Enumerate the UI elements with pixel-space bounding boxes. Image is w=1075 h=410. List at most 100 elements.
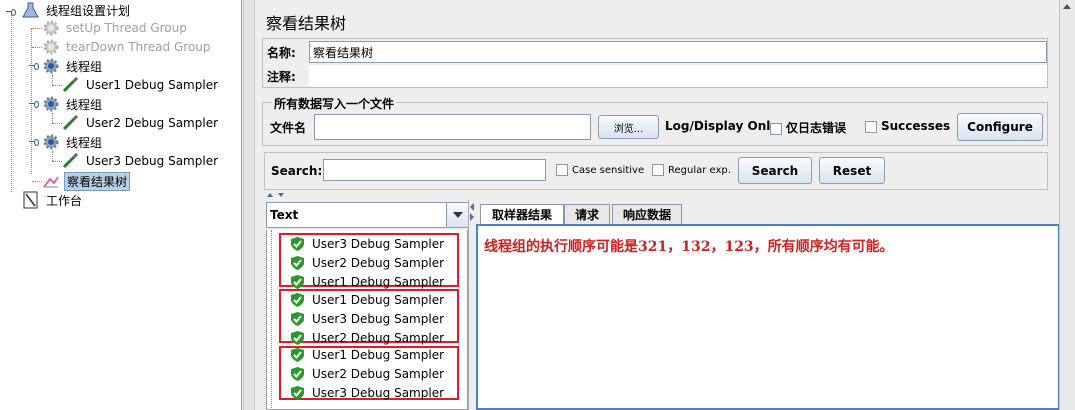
- tree-node-label: 线程组: [66, 97, 103, 112]
- result-item-label: User2 Debug Sampler: [312, 330, 445, 345]
- tree-node-label: User1 Debug Sampler: [86, 78, 219, 92]
- pipette-icon: [62, 153, 79, 169]
- tree-node-workbench[interactable]: 工作台: [22, 191, 84, 209]
- pipette-icon: [62, 115, 79, 131]
- tree-node-test-plan[interactable]: 线程组设置计划: [22, 1, 132, 19]
- success-shield-icon: [291, 385, 304, 400]
- name-row: 名称:: [262, 41, 1047, 63]
- tab-request[interactable]: 请求: [564, 204, 610, 224]
- workbench-icon: [23, 191, 38, 209]
- annotation-text: 线程组的执行顺序可能是321，132，123，所有顺序均有可能。: [484, 239, 894, 255]
- search-label: Search:: [271, 164, 323, 178]
- chart-icon: [43, 176, 59, 188]
- panel-title: 察看结果树: [266, 14, 347, 33]
- success-shield-icon: [291, 311, 304, 326]
- regex-checkbox[interactable]: [652, 164, 664, 176]
- gear-icon: [43, 58, 59, 74]
- tree-node-sampler-3[interactable]: User3 Debug Sampler: [62, 152, 220, 170]
- success-shield-icon: [291, 255, 304, 270]
- comment-input[interactable]: [309, 65, 1047, 87]
- successes-checkbox[interactable]: [865, 120, 877, 133]
- collapse-arrows-icon[interactable]: [266, 192, 290, 198]
- result-item[interactable]: User3 Debug Sampler: [291, 309, 444, 328]
- name-input[interactable]: [309, 41, 1047, 63]
- result-item-label: User1 Debug Sampler: [312, 274, 445, 289]
- tree-node-label: 工作台: [46, 193, 83, 208]
- configure-button[interactable]: Configure: [957, 113, 1043, 141]
- results-tree[interactable]: User3 Debug Sampler User2 Debug Sampler …: [266, 230, 468, 410]
- result-item-label: User1 Debug Sampler: [312, 347, 445, 362]
- browse-button[interactable]: 浏览...: [598, 115, 659, 139]
- tree-node-label: 线程组设置计划: [46, 3, 131, 18]
- result-item[interactable]: User1 Debug Sampler: [291, 290, 444, 309]
- success-shield-icon: [291, 330, 304, 345]
- result-item[interactable]: User3 Debug Sampler: [291, 234, 444, 253]
- view-results-tree-panel: 察看结果树 名称: 注释: 所有数据写入一个文件 文件名 浏览... Log/D…: [258, 0, 1060, 410]
- result-item-label: User2 Debug Sampler: [312, 255, 445, 270]
- chevron-down-icon[interactable]: [446, 203, 468, 227]
- regex-option[interactable]: Regular exp.: [652, 164, 731, 176]
- result-item-label: User3 Debug Sampler: [312, 385, 445, 400]
- tree-node-label: 线程组: [66, 135, 103, 150]
- flask-icon: [22, 2, 39, 18]
- file-section-title: 所有数据写入一个文件: [272, 95, 397, 112]
- gear-icon: [43, 39, 59, 55]
- pipette-icon: [62, 77, 79, 93]
- split-pane-divider[interactable]: [243, 0, 255, 410]
- results-divider[interactable]: [468, 200, 474, 410]
- success-shield-icon: [291, 347, 304, 362]
- errors-only-label: 仅日志错误: [786, 121, 847, 135]
- search-input[interactable]: [323, 159, 546, 181]
- tree-node-label: User3 Debug Sampler: [86, 154, 219, 168]
- errors-only-checkbox[interactable]: [770, 122, 782, 135]
- tree-node-teardown-group[interactable]: tearDown Thread Group: [42, 38, 213, 56]
- gear-icon: [43, 20, 59, 36]
- success-shield-icon: [291, 236, 304, 251]
- regex-label: Regular exp.: [668, 165, 731, 176]
- case-sensitive-checkbox[interactable]: [556, 164, 568, 176]
- tree-node-sampler-1[interactable]: User1 Debug Sampler: [62, 76, 220, 94]
- renderer-select[interactable]: Text: [266, 202, 468, 228]
- tree-node-view-results-tree[interactable]: 察看结果树: [42, 171, 131, 191]
- search-button[interactable]: Search: [738, 157, 812, 184]
- tree-node-thread-group-3[interactable]: 线程组: [42, 133, 104, 151]
- gear-icon: [43, 96, 59, 112]
- tab-response-data[interactable]: 响应数据: [612, 204, 682, 224]
- result-item-label: User2 Debug Sampler: [312, 366, 445, 381]
- tree-node-label: setUp Thread Group: [66, 21, 187, 35]
- tree-node-label: 察看结果树: [64, 171, 131, 191]
- reset-button[interactable]: Reset: [819, 157, 885, 184]
- tree-node-thread-group-1[interactable]: 线程组: [42, 57, 104, 75]
- tree-node-setup-group[interactable]: setUp Thread Group: [42, 19, 189, 37]
- result-item[interactable]: User3 Debug Sampler: [291, 383, 444, 402]
- tree-node-sampler-2[interactable]: User2 Debug Sampler: [62, 114, 220, 132]
- scroll-up-icon[interactable]: [1063, 4, 1071, 9]
- vertical-scrollbar[interactable]: [1059, 0, 1075, 410]
- errors-only-option[interactable]: 仅日志错误: [770, 119, 846, 136]
- success-shield-icon: [291, 366, 304, 381]
- comment-label: 注释:: [267, 69, 296, 84]
- result-item[interactable]: User1 Debug Sampler: [291, 345, 444, 364]
- success-shield-icon: [291, 292, 304, 307]
- filename-input[interactable]: [314, 114, 591, 140]
- result-group-3: User1 Debug Sampler User2 Debug Sampler …: [279, 346, 459, 400]
- successes-option[interactable]: Successes: [865, 119, 950, 133]
- result-item-label: User3 Debug Sampler: [312, 236, 445, 251]
- case-sensitive-option[interactable]: Case sensitive: [556, 164, 644, 176]
- success-shield-icon: [291, 274, 304, 289]
- result-item[interactable]: User2 Debug Sampler: [291, 253, 444, 272]
- tab-sampler-result[interactable]: 取样器结果: [480, 204, 564, 224]
- comment-row: 注释:: [262, 65, 1047, 87]
- tree-node-label: tearDown Thread Group: [66, 40, 211, 54]
- tree-node-thread-group-2[interactable]: 线程组: [42, 95, 104, 113]
- result-item[interactable]: User2 Debug Sampler: [291, 364, 444, 383]
- result-item-label: User3 Debug Sampler: [312, 311, 445, 326]
- sampler-result-pane[interactable]: 线程组的执行顺序可能是321，132，123，所有顺序均有可能。: [476, 224, 1060, 410]
- tree-node-label: 线程组: [66, 59, 103, 74]
- result-item-label: User1 Debug Sampler: [312, 292, 445, 307]
- result-group-2: User1 Debug Sampler User3 Debug Sampler …: [279, 289, 459, 345]
- name-label: 名称:: [267, 45, 296, 60]
- test-plan-tree[interactable]: 线程组设置计划 setUp Thread Group tearDown Thre…: [0, 0, 242, 410]
- log-display-label: Log/Display Only:: [665, 119, 783, 133]
- filename-label: 文件名: [270, 121, 307, 135]
